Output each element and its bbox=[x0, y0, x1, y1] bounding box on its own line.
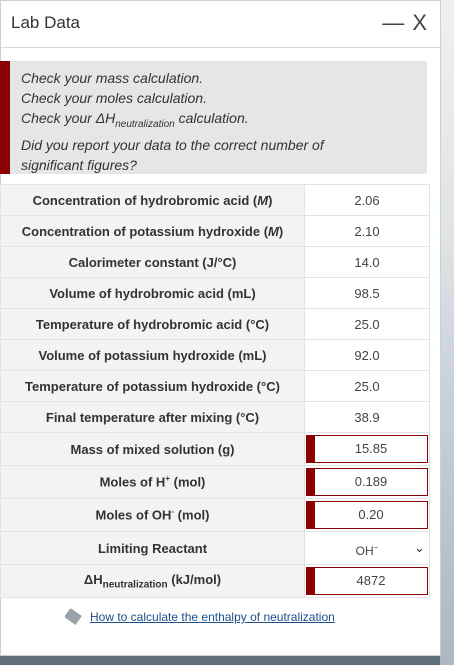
moles-oh-label: Moles of OH- (mol) bbox=[0, 498, 305, 532]
table-row: Temperature of potassium hydroxide (°C) … bbox=[0, 370, 430, 402]
row-value: 2.06 bbox=[304, 184, 430, 216]
row-label: Volume of hydrobromic acid (mL) bbox=[0, 277, 305, 309]
table-row: Final temperature after mixing (°C) 38.9 bbox=[0, 401, 430, 433]
moles-h-input[interactable]: 0.189 bbox=[306, 468, 428, 496]
moles-oh-input[interactable]: 0.20 bbox=[306, 501, 428, 529]
lab-data-table: Concentration of hydrobromic acid (M) 2.… bbox=[0, 184, 430, 598]
table-row: Moles of H+ (mol) 0.189 bbox=[0, 465, 430, 499]
table-row: Volume of potassium hydroxide (mL) 92.0 bbox=[0, 339, 430, 371]
row-value: 25.0 bbox=[304, 370, 430, 402]
feedback-line: significant figures? bbox=[21, 156, 137, 173]
row-value: 98.5 bbox=[304, 277, 430, 309]
row-label: Calorimeter constant (J/°C) bbox=[0, 246, 305, 278]
row-value: 92.0 bbox=[304, 339, 430, 371]
feedback-line: Check your moles calculation. bbox=[21, 90, 207, 106]
dh-label: ΔHneutralization (kJ/mol) bbox=[0, 564, 305, 598]
feedback-line: Check your ΔHneutralization calculation. bbox=[21, 110, 249, 130]
row-value: 2.10 bbox=[304, 215, 430, 247]
dh-input[interactable]: 4872 bbox=[306, 567, 428, 595]
window-controls: — X bbox=[382, 10, 428, 36]
feedback-line: Did you report your data to the correct … bbox=[21, 136, 324, 153]
row-value: 25.0 bbox=[304, 308, 430, 340]
title-bar: Lab Data — X bbox=[1, 1, 440, 48]
close-button[interactable]: X bbox=[412, 10, 428, 35]
table-row: Calorimeter constant (J/°C) 14.0 bbox=[0, 246, 430, 278]
row-label: Temperature of potassium hydroxide (°C) bbox=[0, 370, 305, 402]
table-row: ΔHneutralization (kJ/mol) 4872 bbox=[0, 564, 430, 598]
table-row: Limiting Reactant OH− ⌄ bbox=[0, 531, 430, 565]
feedback-line: Check your mass calculation. bbox=[21, 70, 204, 86]
row-label: Concentration of potassium hydroxide (M) bbox=[0, 215, 305, 247]
table-row: Volume of hydrobromic acid (mL) 98.5 bbox=[0, 277, 430, 309]
row-label: Volume of potassium hydroxide (mL) bbox=[0, 339, 305, 371]
mass-input[interactable]: 15.85 bbox=[306, 435, 428, 463]
row-label: Concentration of hydrobromic acid (M) bbox=[0, 184, 305, 216]
background-panel bbox=[440, 0, 454, 665]
help-link[interactable]: How to calculate the enthalpy of neutral… bbox=[90, 610, 335, 624]
window-title: Lab Data bbox=[11, 13, 80, 32]
row-label: Temperature of hydrobromic acid (°C) bbox=[0, 308, 305, 340]
feedback-panel: Check your mass calculation. Check your … bbox=[0, 61, 427, 174]
minimize-button[interactable]: — bbox=[382, 10, 405, 35]
tag-icon bbox=[64, 608, 82, 626]
row-value: 38.9 bbox=[304, 401, 430, 433]
row-label: Final temperature after mixing (°C) bbox=[0, 401, 305, 433]
moles-h-label: Moles of H+ (mol) bbox=[0, 465, 305, 499]
table-row: Concentration of hydrobromic acid (M) 2.… bbox=[0, 184, 430, 216]
table-row: Temperature of hydrobromic acid (°C) 25.… bbox=[0, 308, 430, 340]
limiting-label: Limiting Reactant bbox=[0, 531, 305, 565]
chevron-down-icon: ⌄ bbox=[414, 540, 425, 555]
table-row: Moles of OH- (mol) 0.20 bbox=[0, 498, 430, 532]
table-row: Concentration of potassium hydroxide (M)… bbox=[0, 215, 430, 247]
row-value: 14.0 bbox=[304, 246, 430, 278]
mass-label: Mass of mixed solution (g) bbox=[0, 432, 305, 466]
table-row: Mass of mixed solution (g) 15.85 bbox=[0, 432, 430, 466]
limiting-reactant-select[interactable]: OH− ⌄ bbox=[305, 533, 429, 563]
help-row: How to calculate the enthalpy of neutral… bbox=[64, 608, 335, 626]
